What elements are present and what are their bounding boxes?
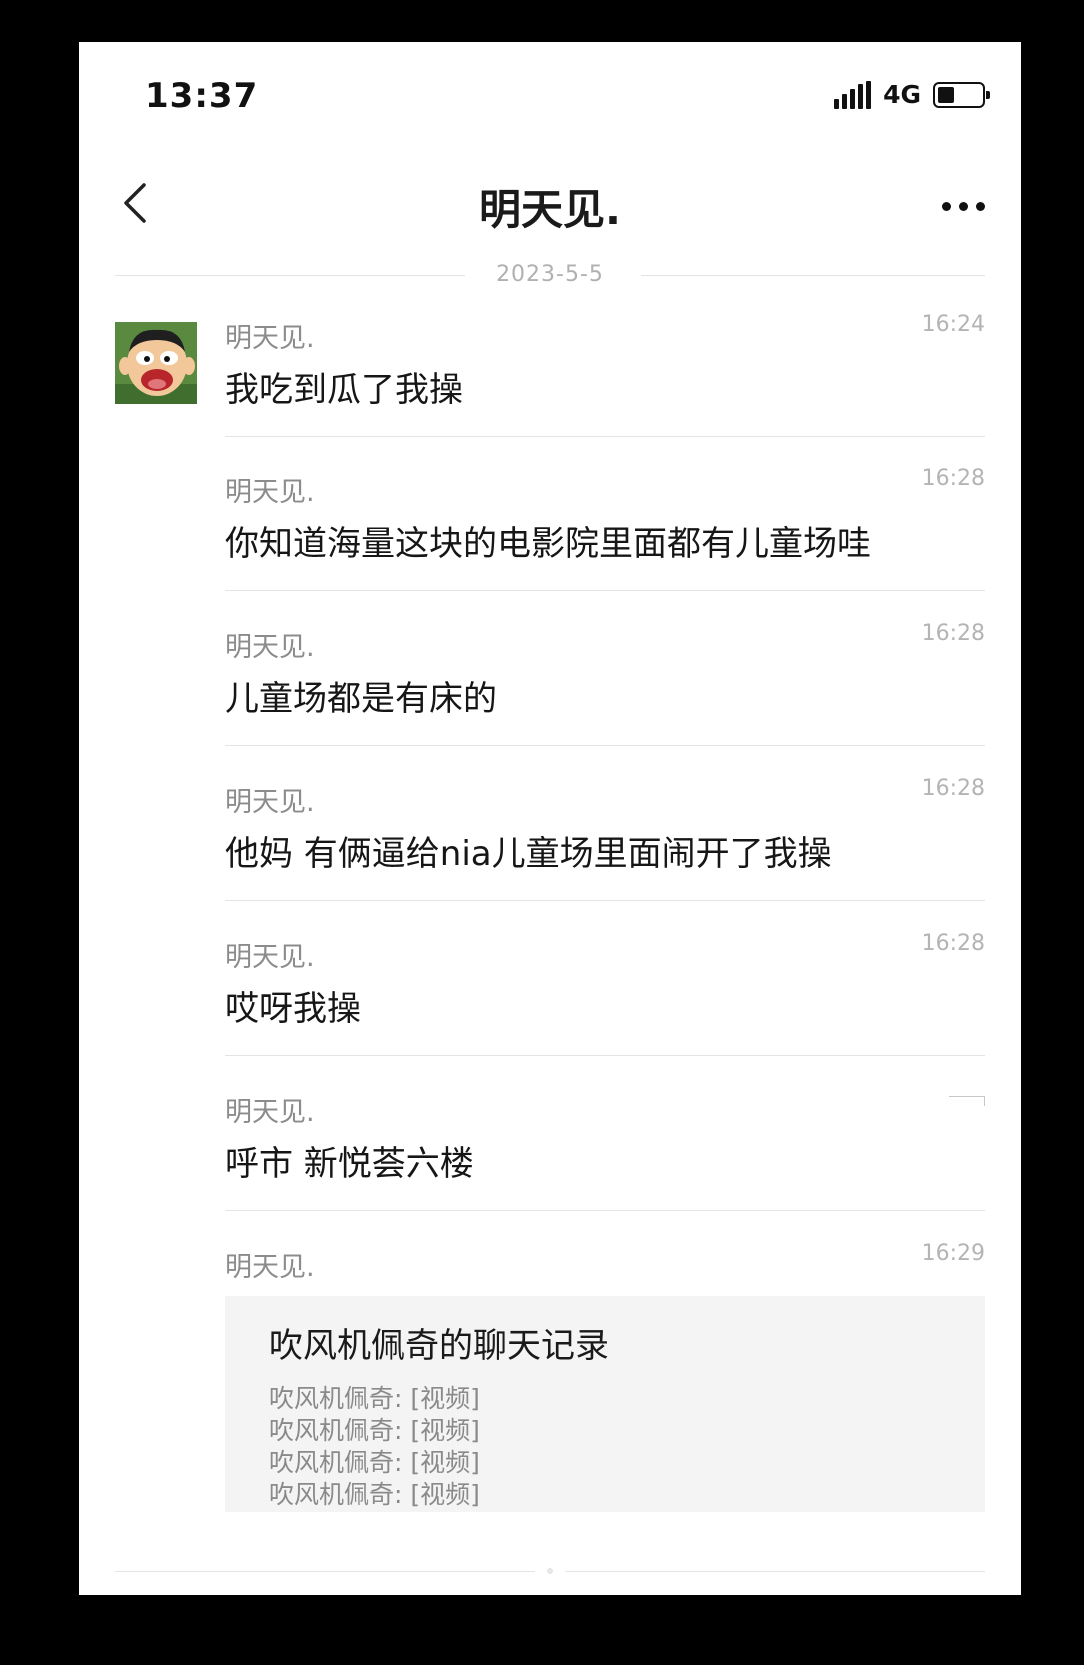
divider-dot — [547, 1568, 553, 1574]
record-line: 吹风机佩奇: [视频] — [269, 1480, 480, 1509]
divider-line — [115, 1571, 535, 1572]
message-text: 哎呀我操 — [225, 989, 361, 1029]
bottom-divider — [115, 1566, 985, 1576]
chat-record-card[interactable]: 吹风机佩奇的聊天记录 吹风机佩奇: [视频] 吹风机佩奇: [视频] 吹风机佩奇… — [225, 1296, 985, 1512]
time-placeholder — [949, 1096, 985, 1106]
signal-icon — [834, 80, 872, 109]
message-text: 他妈 有俩逼给nia儿童场里面闹开了我操 — [225, 834, 832, 874]
status-time: 13:37 — [145, 76, 259, 116]
message-time: 16:29 — [921, 1241, 985, 1266]
chat-screen: 13:37 4G 明天见. 2023-5-5 明天见. 16:24 我吃到瓜了我… — [79, 42, 1021, 1595]
message-time: 16:28 — [921, 931, 985, 956]
more-dots-icon — [942, 202, 951, 211]
more-dot — [959, 202, 968, 211]
cartoon-face-icon — [115, 322, 197, 404]
sender-name: 明天见. — [225, 787, 315, 818]
battery-level — [938, 86, 954, 103]
divider-line — [641, 275, 985, 276]
message-text: 呼市 新悦荟六楼 — [225, 1144, 474, 1184]
status-icons: 4G — [834, 80, 990, 109]
message-time: 16:28 — [921, 776, 985, 801]
sender-name: 明天见. — [225, 1097, 315, 1128]
sender-name: 明天见. — [225, 1252, 315, 1283]
network-label: 4G — [883, 80, 921, 109]
sender-name: 明天见. — [225, 942, 315, 973]
message-time: 16:24 — [921, 312, 985, 337]
divider-line — [565, 1571, 985, 1572]
message-separator — [225, 1210, 985, 1211]
record-card-title: 吹风机佩奇的聊天记录 — [269, 1326, 609, 1366]
message-time: 16:28 — [921, 466, 985, 491]
message-text: 儿童场都是有床的 — [225, 679, 497, 719]
more-dot — [976, 202, 985, 211]
sender-name: 明天见. — [225, 632, 315, 663]
record-line: 吹风机佩奇: [视频] — [269, 1448, 480, 1477]
message-separator — [225, 436, 985, 437]
avatar[interactable] — [115, 322, 197, 404]
more-button[interactable] — [942, 192, 985, 221]
message-text: 我吃到瓜了我操 — [225, 370, 463, 410]
battery-icon — [933, 81, 990, 108]
message-text: 你知道海量这块的电影院里面都有儿童场哇 — [225, 524, 871, 564]
message-separator — [225, 900, 985, 901]
sender-name: 明天见. — [225, 323, 315, 354]
message-separator — [225, 745, 985, 746]
message-separator — [225, 590, 985, 591]
record-line: 吹风机佩奇: [视频] — [269, 1416, 480, 1445]
record-line: 吹风机佩奇: [视频] — [269, 1384, 480, 1413]
date-divider: 2023-5-5 — [115, 260, 985, 290]
chat-title: 明天见. — [479, 185, 621, 234]
message-time: 16:28 — [921, 621, 985, 646]
sender-name: 明天见. — [225, 477, 315, 508]
message-separator — [225, 1055, 985, 1056]
